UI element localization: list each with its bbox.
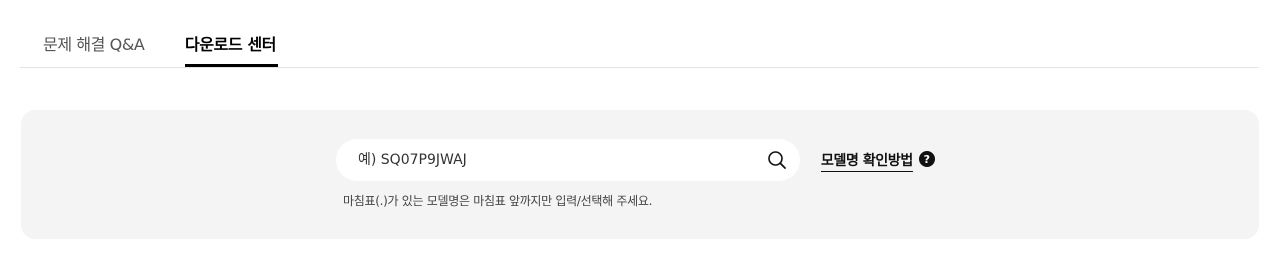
search-box <box>336 139 800 181</box>
model-name-guide-link[interactable]: 모델명 확인방법 ? <box>821 150 935 172</box>
search-panel: 마침표(.)가 있는 모델명은 마침표 앞까지만 입력/선택해 주세요. 모델명… <box>21 110 1259 239</box>
search-icon[interactable] <box>766 149 788 171</box>
active-tab-indicator <box>185 64 278 67</box>
search-hint: 마침표(.)가 있는 모델명은 마침표 앞까지만 입력/선택해 주세요. <box>343 194 653 208</box>
tab-troubleshooting-qa[interactable]: 문제 해결 Q&A <box>43 31 145 55</box>
model-name-guide-label[interactable]: 모델명 확인방법 <box>821 150 913 172</box>
tab-bar: 문제 해결 Q&A 다운로드 센터 <box>20 0 1259 68</box>
tab-download-center[interactable]: 다운로드 센터 <box>185 31 276 55</box>
help-icon[interactable]: ? <box>918 151 935 167</box>
model-search-input[interactable] <box>358 139 748 181</box>
